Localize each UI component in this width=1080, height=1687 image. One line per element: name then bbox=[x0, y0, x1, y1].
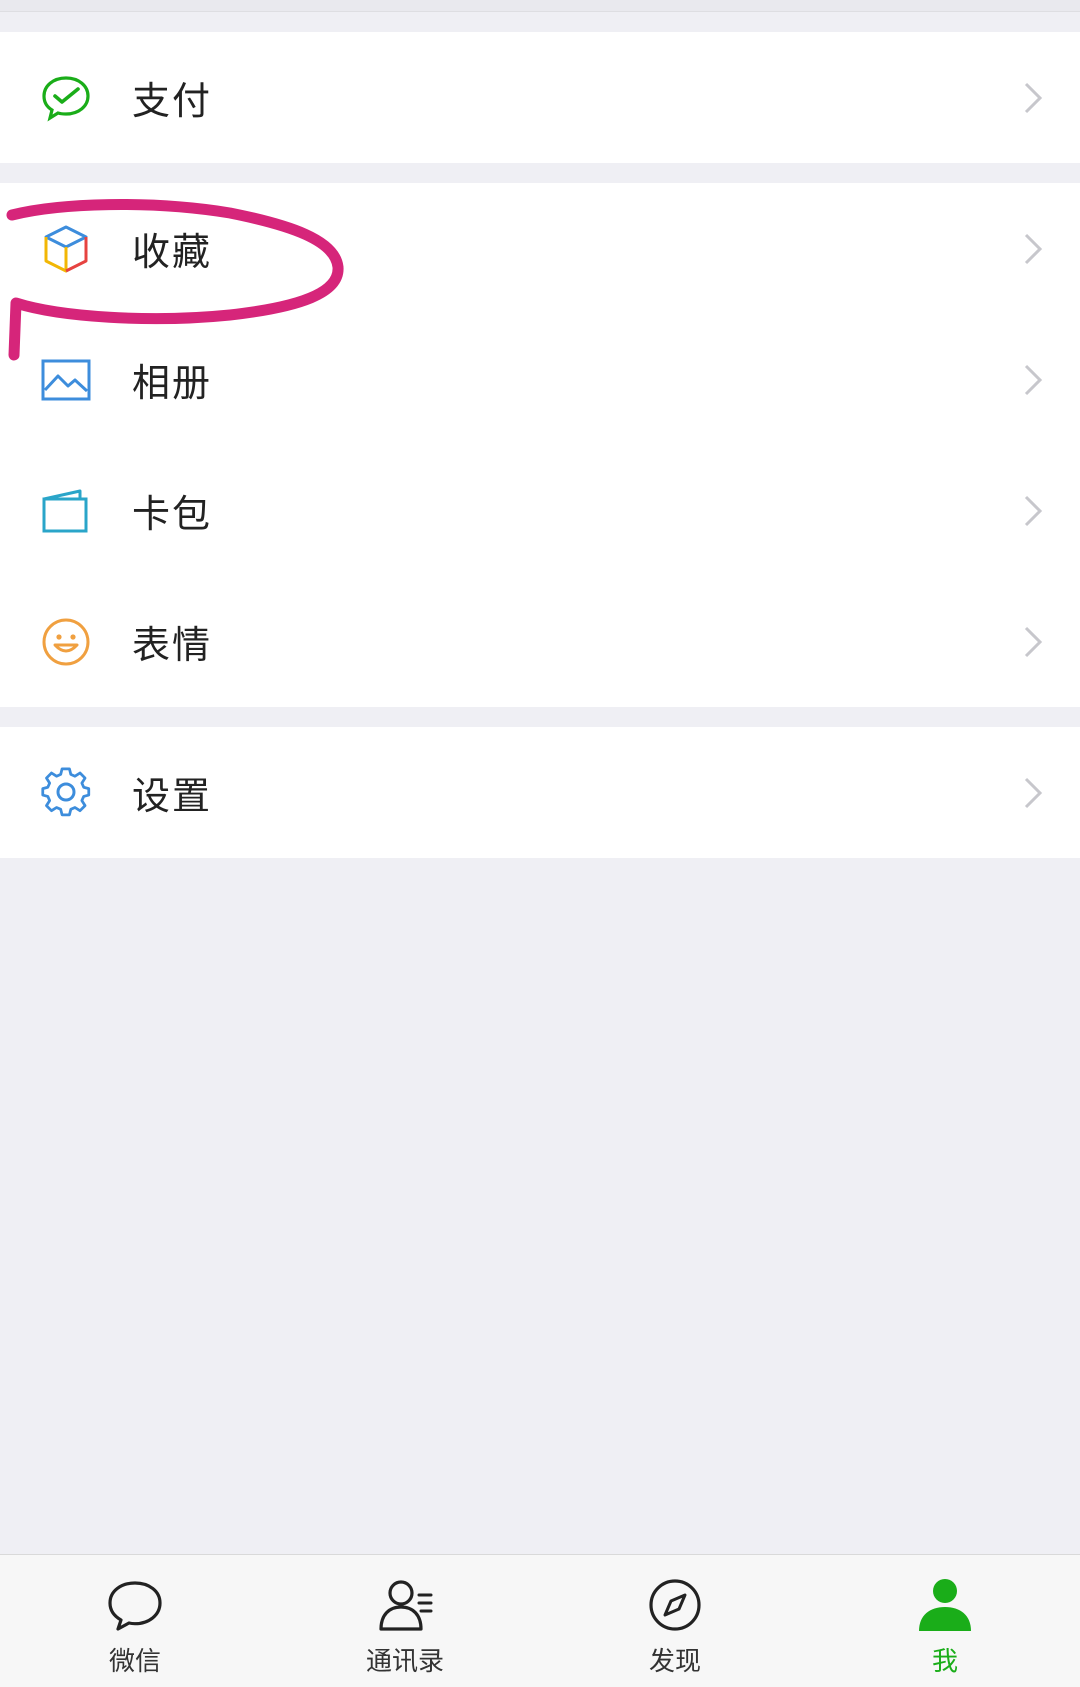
menu-item-label: 表情 bbox=[132, 623, 213, 667]
contacts-icon bbox=[375, 1575, 435, 1635]
wallet-icon bbox=[40, 485, 92, 537]
chevron-right-icon bbox=[1024, 233, 1043, 264]
tab-contacts[interactable]: 通讯录 bbox=[270, 1555, 540, 1687]
menu-item-label: 设置 bbox=[132, 774, 213, 818]
top-strip bbox=[0, 0, 1080, 12]
tab-chats[interactable]: 微信 bbox=[0, 1555, 270, 1687]
tab-label: 微信 bbox=[108, 1647, 161, 1677]
tab-discover[interactable]: 发现 bbox=[540, 1555, 810, 1687]
menu-group-settings: 设置 bbox=[0, 727, 1080, 858]
menu-item-label: 支付 bbox=[132, 79, 213, 123]
wechat-pay-icon bbox=[40, 72, 92, 124]
tab-label: 通讯录 bbox=[365, 1647, 444, 1677]
tab-label: 我 bbox=[931, 1647, 958, 1677]
bottom-tab-bar: 微信 通讯录 发现 我 bbox=[0, 1554, 1080, 1687]
menu-group-pay: 支付 bbox=[0, 32, 1080, 163]
tab-label: 发现 bbox=[648, 1647, 701, 1677]
menu-item-pay[interactable]: 支付 bbox=[0, 32, 1080, 163]
chevron-right-icon bbox=[1024, 626, 1043, 657]
menu-item-label: 卡包 bbox=[132, 492, 213, 536]
chevron-right-icon bbox=[1024, 777, 1043, 808]
tab-me[interactable]: 我 bbox=[810, 1555, 1080, 1687]
menu-item-album[interactable]: 相册 bbox=[0, 314, 1080, 445]
chevron-right-icon bbox=[1024, 82, 1043, 113]
menu-item-label: 收藏 bbox=[132, 230, 213, 274]
menu-item-favorites[interactable]: 收藏 bbox=[0, 183, 1080, 314]
cube-icon bbox=[40, 223, 92, 275]
smile-icon bbox=[40, 616, 92, 668]
menu-item-stickers[interactable]: 表情 bbox=[0, 576, 1080, 707]
me-page: 支付 收藏 相册 卡包 表情 设置 微信 通讯录 发现 我 bbox=[0, 0, 1080, 1687]
gear-icon bbox=[40, 766, 92, 819]
chat-bubble-icon bbox=[105, 1575, 165, 1635]
menu-item-label: 相册 bbox=[132, 361, 213, 405]
menu-item-settings[interactable]: 设置 bbox=[0, 727, 1080, 858]
chevron-right-icon bbox=[1024, 364, 1043, 395]
compass-icon bbox=[645, 1575, 705, 1635]
chevron-right-icon bbox=[1024, 495, 1043, 526]
menu-group-main: 收藏 相册 卡包 表情 bbox=[0, 183, 1080, 707]
photo-icon bbox=[40, 354, 92, 406]
menu-item-cards[interactable]: 卡包 bbox=[0, 445, 1080, 576]
person-icon bbox=[915, 1575, 975, 1635]
